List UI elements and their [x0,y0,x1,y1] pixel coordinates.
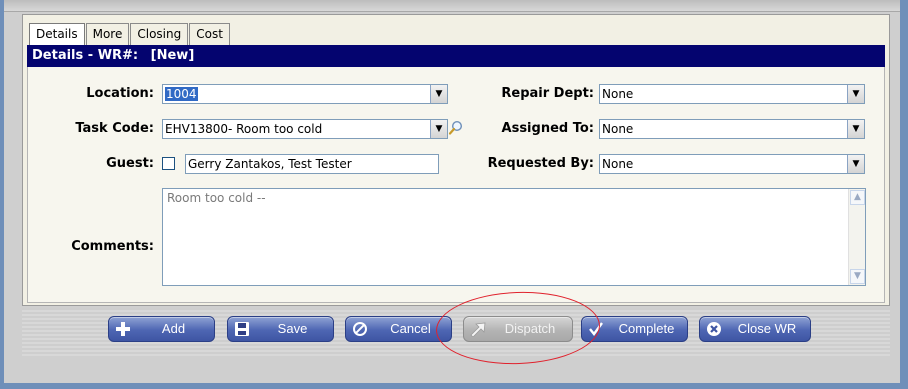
comments-label: Comments: [71,239,154,254]
save-button[interactable]: Save [227,316,334,342]
location-label: Location: [86,86,154,101]
requested-by-select[interactable]: None ▼ [599,154,865,174]
add-button[interactable]: Add [108,316,215,342]
tab-closing[interactable]: Closing [130,23,189,45]
guest-field[interactable]: Gerry Zantakos, Test Tester [185,154,439,174]
chevron-down-icon[interactable]: ▼ [847,155,864,173]
task-code-label: Task Code: [75,121,154,136]
close-wr-button[interactable]: Close WR [699,316,811,342]
repair-dept-select[interactable]: None ▼ [599,84,865,104]
wr-number: [New] [150,48,195,63]
complete-button-label: Complete [618,321,675,336]
tab-details[interactable]: Details [29,23,85,46]
guest-value: Gerry Zantakos, Test Tester [188,157,352,171]
repair-dept-value: None [602,87,634,101]
task-code-value: EHV13800- Room too cold [165,122,323,136]
tab-cost[interactable]: Cost [189,23,230,45]
guest-label: Guest: [106,156,154,171]
section-title-bar: Details - WR#: [New] [27,45,885,67]
location-select[interactable]: 1004 ▼ [162,84,448,104]
details-panel: Details More Closing Cost Details - WR#:… [22,14,890,306]
section-title: Details - WR#: [32,48,139,63]
chevron-down-icon[interactable]: ▼ [430,120,447,138]
assigned-to-select[interactable]: None ▼ [599,119,865,139]
location-value: 1004 [165,87,198,101]
requested-by-label: Requested By: [487,156,594,171]
comments-textarea[interactable]: Room too cold -- ▲ ▼ [162,188,866,286]
top-strip [4,0,900,12]
assigned-to-value: None [602,122,634,136]
task-code-select[interactable]: EHV13800- Room too cold ▼ [162,119,448,139]
x-circle-icon [704,319,724,339]
magnifier-icon[interactable] [448,120,464,136]
assigned-to-label: Assigned To: [501,121,594,136]
comments-scrollbar[interactable]: ▲ ▼ [848,189,865,285]
scroll-down-icon[interactable]: ▼ [850,269,865,284]
no-entry-icon [350,319,370,339]
add-button-label: Add [161,321,186,336]
guest-checkbox[interactable] [162,157,175,170]
chevron-down-icon[interactable]: ▼ [430,85,447,103]
floppy-disk-icon [232,319,252,339]
repair-dept-label: Repair Dept: [501,86,594,101]
tab-bar: Details More Closing Cost [29,23,231,46]
chevron-down-icon[interactable]: ▼ [847,85,864,103]
plus-icon [113,319,133,339]
comments-value: Room too cold -- [167,191,266,205]
save-button-label: Save [277,321,308,336]
close-wr-button-label: Close WR [737,321,797,336]
scroll-up-icon[interactable]: ▲ [850,190,865,205]
requested-by-value: None [602,157,634,171]
chevron-down-icon[interactable]: ▼ [847,120,864,138]
tab-more[interactable]: More [85,23,130,45]
form-area: Location: 1004 ▼ Task Code: EHV13800- Ro… [27,67,885,303]
